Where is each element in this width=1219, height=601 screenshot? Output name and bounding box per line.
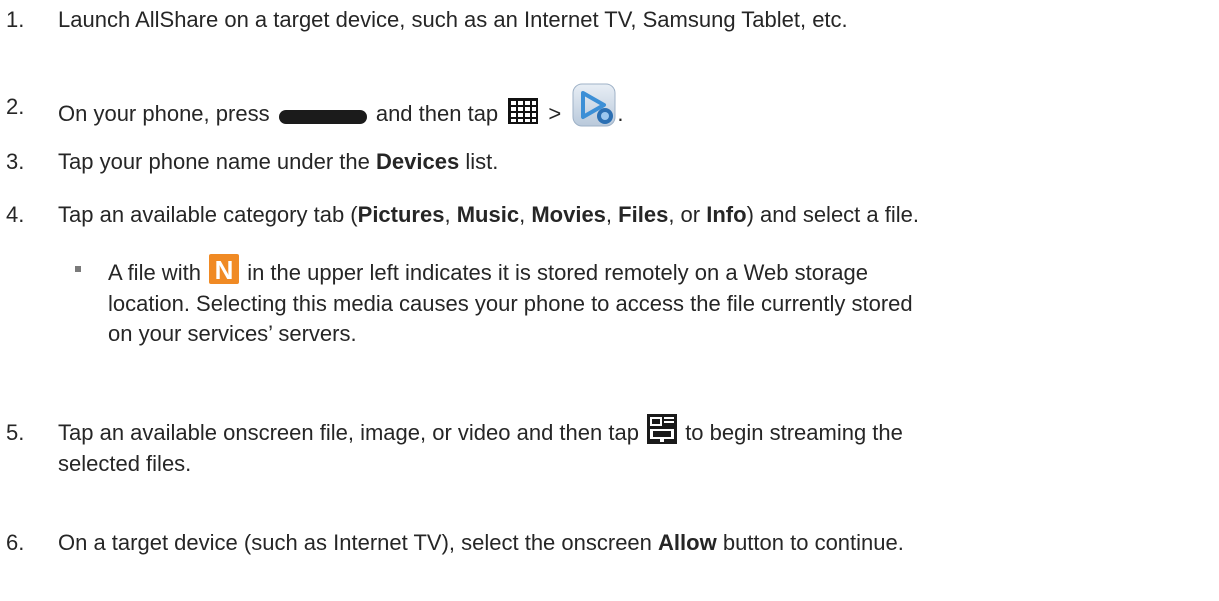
- step-text: Tap an available onscreen file, image, o…: [58, 414, 903, 479]
- home-key-icon: [278, 104, 367, 124]
- web-storage-n-icon: N: [209, 254, 240, 285]
- apps-grid-icon: [507, 97, 539, 125]
- allshare-app-icon: [571, 82, 617, 128]
- step-text: Tap an available category tab (Pictures,…: [58, 202, 919, 227]
- bullet-marker: [75, 266, 81, 272]
- step-text: On your phone, press and then tap > .: [58, 83, 624, 138]
- play-to-device-icon: [647, 414, 678, 445]
- step-number: 3.: [6, 149, 25, 174]
- step-text: Tap your phone name under the Devices li…: [58, 149, 499, 174]
- step-number: 2.: [6, 94, 25, 119]
- step-number: 4.: [6, 202, 25, 227]
- step-number: 6.: [6, 530, 25, 555]
- note-text: A file with N in the upper left indicate…: [108, 254, 913, 347]
- step-text: On a target device (such as Internet TV)…: [58, 530, 904, 555]
- step-number: 5.: [6, 420, 25, 445]
- instructions-page: 1. Launch AllShare on a target device, s…: [0, 0, 1219, 601]
- step-text: Launch AllShare on a target device, such…: [58, 7, 848, 32]
- step-number: 1.: [6, 7, 25, 32]
- svg-text:N: N: [215, 255, 234, 284]
